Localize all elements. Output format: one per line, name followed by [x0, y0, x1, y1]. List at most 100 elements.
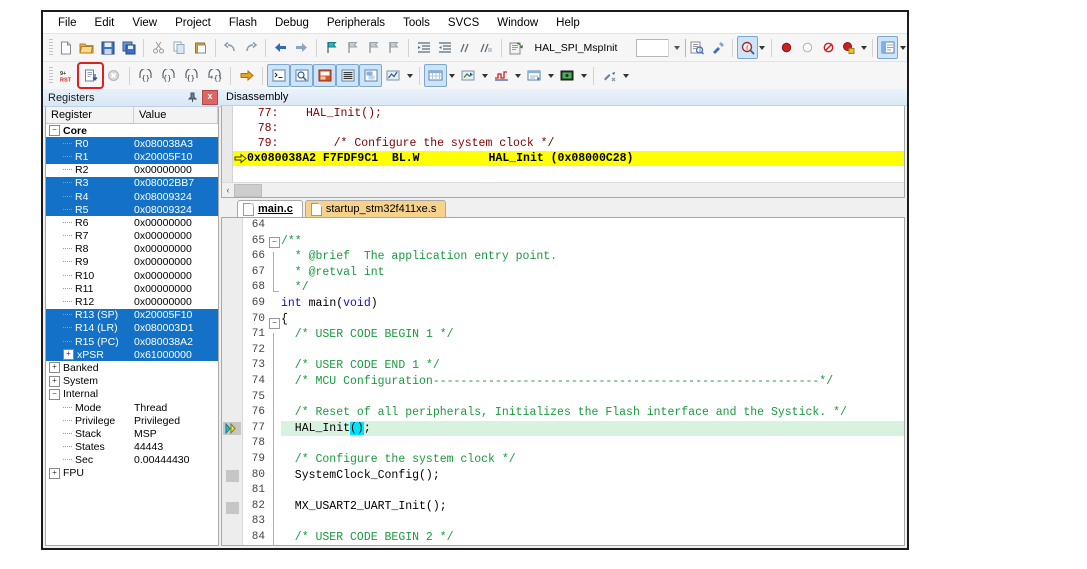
call-stack-window-icon[interactable] — [359, 64, 382, 87]
disassembly-line[interactable]: 79: /* Configure the system clock */ — [233, 136, 904, 151]
register-row[interactable]: StackMSP — [46, 427, 218, 440]
fold-collapse-icon[interactable]: − — [269, 237, 281, 253]
gutter-empty[interactable] — [222, 249, 242, 265]
editor-breakpoint-gutter[interactable] — [222, 218, 243, 545]
symbols-window-icon[interactable] — [313, 64, 336, 87]
paste-icon[interactable] — [190, 36, 211, 59]
memory-window-icon[interactable] — [424, 64, 447, 87]
fold-end[interactable] — [269, 283, 281, 299]
register-row[interactable]: R10x20005F10 — [46, 150, 218, 163]
code-line[interactable]: /* Configure the system clock */ — [281, 452, 904, 468]
register-row[interactable]: +xPSR0x61000000 — [46, 348, 218, 361]
menu-item-file[interactable]: File — [49, 15, 86, 31]
fold-collapse-icon[interactable]: − — [269, 318, 281, 334]
expand-icon[interactable]: + — [49, 376, 60, 387]
register-row[interactable]: R40x08009324 — [46, 190, 218, 203]
menu-item-svcs[interactable]: SVCS — [439, 15, 488, 31]
fold-empty[interactable] — [269, 299, 281, 315]
executable-line-marker[interactable] — [222, 470, 242, 486]
toolbox-icon[interactable] — [598, 64, 621, 87]
pc-marker-icon[interactable] — [222, 422, 242, 438]
gutter-empty[interactable] — [222, 405, 242, 421]
step-icon[interactable]: {} — [134, 64, 157, 87]
gutter-empty[interactable] — [222, 533, 242, 546]
scrollbar-thumb[interactable] — [234, 184, 262, 197]
register-row[interactable]: +Banked — [46, 361, 218, 374]
register-row[interactable]: R60x00000000 — [46, 216, 218, 229]
toolbox-dropdown-icon[interactable] — [621, 65, 631, 86]
code-line[interactable] — [281, 390, 904, 406]
register-row[interactable]: R00x080038A3 — [46, 137, 218, 150]
bookmark-clear-icon[interactable] — [383, 36, 404, 59]
system-viewer-icon[interactable] — [556, 64, 579, 87]
collapse-icon[interactable]: − — [49, 125, 60, 136]
collapse-icon[interactable]: − — [49, 389, 60, 400]
redo-icon[interactable] — [240, 36, 261, 59]
gutter-empty[interactable] — [222, 327, 242, 343]
register-row[interactable]: −Internal — [46, 388, 218, 401]
watch-dropdown-icon[interactable] — [405, 65, 415, 86]
toolbar-grip[interactable] — [49, 67, 53, 85]
system-viewer-dropdown-icon[interactable] — [579, 65, 589, 86]
register-row[interactable]: R120x00000000 — [46, 295, 218, 308]
fold-line[interactable] — [269, 252, 281, 268]
step-out-icon[interactable]: {} — [180, 64, 203, 87]
close-icon[interactable]: x — [202, 90, 218, 105]
analysis-window-icon[interactable] — [490, 64, 513, 87]
register-row[interactable]: R14 (LR)0x080003D1 — [46, 322, 218, 335]
menu-item-edit[interactable]: Edit — [86, 15, 124, 31]
gutter-empty[interactable] — [222, 485, 242, 501]
serial-window-icon[interactable] — [457, 64, 480, 87]
expand-icon[interactable]: + — [49, 362, 60, 373]
new-file-icon[interactable] — [56, 36, 77, 59]
disassembly-current-line[interactable]: 0x080038A2 F7FDF9C1 BL.W HAL_Init (0x080… — [233, 151, 904, 166]
toolbar-grip[interactable] — [49, 39, 53, 57]
fold-line[interactable] — [269, 411, 281, 427]
copy-icon[interactable] — [169, 36, 190, 59]
gutter-empty[interactable] — [222, 343, 242, 359]
breakpoint-dropdown-icon[interactable] — [859, 37, 868, 58]
command-window-icon[interactable] — [267, 64, 290, 87]
register-row[interactable]: R90x00000000 — [46, 256, 218, 269]
code-line[interactable]: * @retval int — [281, 265, 904, 281]
menu-item-peripherals[interactable]: Peripherals — [318, 15, 394, 31]
pin-icon[interactable] — [186, 91, 199, 104]
bookmark-toggle-icon[interactable] — [321, 36, 342, 59]
navigate-back-icon[interactable] — [270, 36, 291, 59]
serial-dropdown-icon[interactable] — [480, 65, 490, 86]
code-line[interactable]: /* USER CODE END 1 */ — [281, 358, 904, 374]
disassembly-window-icon[interactable] — [290, 64, 313, 87]
register-row[interactable]: R13 (SP)0x20005F10 — [46, 309, 218, 322]
register-row[interactable]: −Core — [46, 124, 218, 137]
fold-empty[interactable] — [269, 218, 281, 234]
cut-icon[interactable] — [148, 36, 169, 59]
fold-line[interactable] — [269, 536, 281, 546]
editor-fold-margin[interactable]: −− — [269, 218, 281, 545]
navigate-forward-icon[interactable] — [291, 36, 312, 59]
windows-dropdown-icon[interactable] — [898, 37, 907, 58]
show-next-statement-icon[interactable] — [235, 64, 258, 87]
gutter-empty[interactable] — [222, 437, 242, 453]
step-over-icon[interactable]: {} — [157, 64, 180, 87]
register-row[interactable]: R50x08009324 — [46, 203, 218, 216]
disassembly-line[interactable]: 77: HAL_Init(); — [233, 106, 904, 121]
menu-item-window[interactable]: Window — [488, 15, 547, 31]
reset-cpu-icon[interactable]: 9+RST — [56, 64, 79, 87]
code-line[interactable] — [281, 483, 904, 499]
code-line[interactable]: /* USER CODE BEGIN 1 */ — [281, 327, 904, 343]
comment-lines-icon[interactable] — [455, 36, 476, 59]
menu-item-flash[interactable]: Flash — [220, 15, 266, 31]
gutter-empty[interactable] — [222, 234, 242, 250]
fold-line[interactable] — [269, 520, 281, 536]
menu-item-debug[interactable]: Debug — [266, 15, 318, 31]
trace-dropdown-icon[interactable] — [546, 65, 556, 86]
code-editor[interactable]: 6465666768697071727374757677787980818283… — [221, 217, 905, 546]
step-into-highlight-icon[interactable] — [79, 64, 102, 87]
gutter-empty[interactable] — [222, 517, 242, 533]
memory-dropdown-icon[interactable] — [447, 65, 457, 86]
magnify-dropdown-icon[interactable] — [758, 37, 767, 58]
scroll-left-icon[interactable]: ‹ — [222, 185, 234, 195]
gutter-empty[interactable] — [222, 390, 242, 406]
fold-line[interactable] — [269, 474, 281, 490]
code-line[interactable]: /* Reset of all peripherals, Initializes… — [281, 405, 904, 421]
